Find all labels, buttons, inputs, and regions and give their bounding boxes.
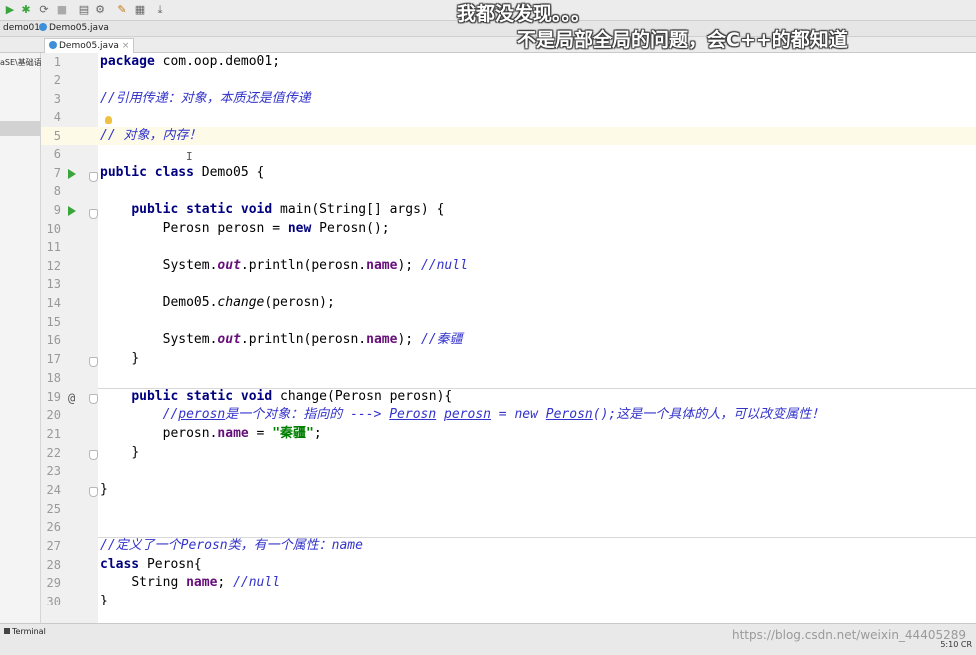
terminal-tab[interactable]: Terminal <box>4 627 46 636</box>
code-line-24: } <box>100 482 108 497</box>
subtitle-line-2: 不是局部全局的问题，会C++的都知道 <box>517 29 848 51</box>
code-line-21: perosn.name = "秦疆"; <box>162 426 322 441</box>
debug-icon[interactable]: ✱ <box>20 4 32 16</box>
line-number: 28 <box>46 558 61 572</box>
line-number: 11 <box>46 240 61 254</box>
line-number: 26 <box>46 520 61 534</box>
line-number: 12 <box>46 259 61 273</box>
current-line-highlight <box>98 127 976 145</box>
line-number: 20 <box>46 408 61 422</box>
line-number: 25 <box>46 502 61 516</box>
class-icon <box>49 41 57 49</box>
tool-icon[interactable]: ▦ <box>134 4 146 16</box>
subtitle-line-1: 我都没发现。。。 <box>457 3 591 25</box>
line-number: 10 <box>46 222 61 236</box>
line-number: 18 <box>46 371 61 385</box>
tab-demo05[interactable]: Demo05.java × <box>44 38 135 53</box>
coverage-icon[interactable]: ⟳ <box>38 4 50 16</box>
caret-position[interactable]: 5:10 CR <box>940 640 972 649</box>
fold-icon[interactable] <box>89 172 98 182</box>
fold-icon[interactable] <box>89 357 98 367</box>
fold-icon[interactable] <box>89 394 98 404</box>
line-number: 9 <box>53 203 61 217</box>
line-number: 23 <box>46 464 61 478</box>
line-number: 8 <box>53 184 61 198</box>
stop-icon[interactable]: ■ <box>56 4 68 16</box>
fold-icon[interactable] <box>89 450 98 460</box>
line-number: 5 <box>53 129 61 143</box>
settings-icon[interactable]: ⚙ <box>94 4 106 16</box>
fold-icon[interactable] <box>89 487 98 497</box>
line-number: 3 <box>53 92 61 106</box>
code-line-12: System.out.println(perosn.name); //null <box>162 258 468 273</box>
line-number: 15 <box>46 315 61 329</box>
line-number: 6 <box>53 147 61 161</box>
line-number: 7 <box>53 166 61 180</box>
project-path: aSE\基础语 <box>0 58 42 67</box>
lightbulb-icon[interactable] <box>105 116 112 124</box>
line-number: 22 <box>46 446 61 460</box>
line-number: 30 <box>46 595 61 605</box>
update-icon[interactable]: ⤓ <box>154 4 166 16</box>
run-icon[interactable]: ▶ <box>4 4 16 16</box>
code-line-28: class Perosn{ <box>100 557 202 572</box>
code-line-3: //引用传递：对象，本质还是值传递 <box>100 91 311 106</box>
line-number: 16 <box>46 333 61 347</box>
code-line-27: //定义了一个Perosn类，有一个属性：name <box>100 538 363 553</box>
text-cursor-icon: I <box>186 150 193 163</box>
bottom-tool-bar: Terminal https://blog.csdn.net/weixin_44… <box>0 623 976 655</box>
class-icon <box>39 23 47 31</box>
code-line-7: public class Demo05 { <box>100 165 265 180</box>
line-number: 17 <box>46 352 61 366</box>
code-line-29: String name; //null <box>131 575 281 590</box>
code-line-16: System.out.println(perosn.name); //秦疆 <box>162 332 463 347</box>
watermark-url: https://blog.csdn.net/weixin_44405289 <box>731 628 966 642</box>
line-number: 2 <box>53 73 61 87</box>
line-number: 19 <box>46 390 61 404</box>
breadcrumb-file[interactable]: Demo05.java <box>36 22 112 35</box>
line-number: 21 <box>46 427 61 441</box>
run-class-icon[interactable] <box>68 169 76 179</box>
line-number: 4 <box>53 110 61 124</box>
fold-icon[interactable] <box>89 209 98 219</box>
line-number: 13 <box>46 277 61 291</box>
code-line-22: } <box>131 445 140 460</box>
override-at-icon[interactable]: @ <box>68 389 75 407</box>
code-line-1: package com.oop.demo01; <box>100 54 281 69</box>
project-selected-item[interactable] <box>0 121 40 136</box>
line-number: 1 <box>53 55 61 69</box>
code-line-19: public static void change(Perosn perosn)… <box>131 389 453 404</box>
close-icon[interactable]: × <box>122 41 130 51</box>
code-line-5: // 对象，内存！ <box>100 128 202 143</box>
code-line-9: public static void main(String[] args) { <box>131 202 445 217</box>
code-line-10: Perosn perosn = new Perosn(); <box>162 221 390 236</box>
line-number: 29 <box>46 576 61 590</box>
code-line-14: Demo05.change(perosn); <box>162 295 335 310</box>
structure-icon[interactable]: ✎ <box>116 4 128 16</box>
code-line-17: } <box>131 351 140 366</box>
code-line-30: } <box>100 594 108 605</box>
code-line-20: //perosn是一个对象：指向的 ---> Perosn perosn = n… <box>162 407 825 422</box>
line-number: 27 <box>46 539 61 553</box>
build-icon[interactable]: ▤ <box>78 4 90 16</box>
line-number: 24 <box>46 483 61 497</box>
project-panel: aSE\基础语 <box>0 53 42 623</box>
line-number: 14 <box>46 296 61 310</box>
terminal-icon <box>4 628 10 634</box>
run-main-icon[interactable] <box>68 206 76 216</box>
